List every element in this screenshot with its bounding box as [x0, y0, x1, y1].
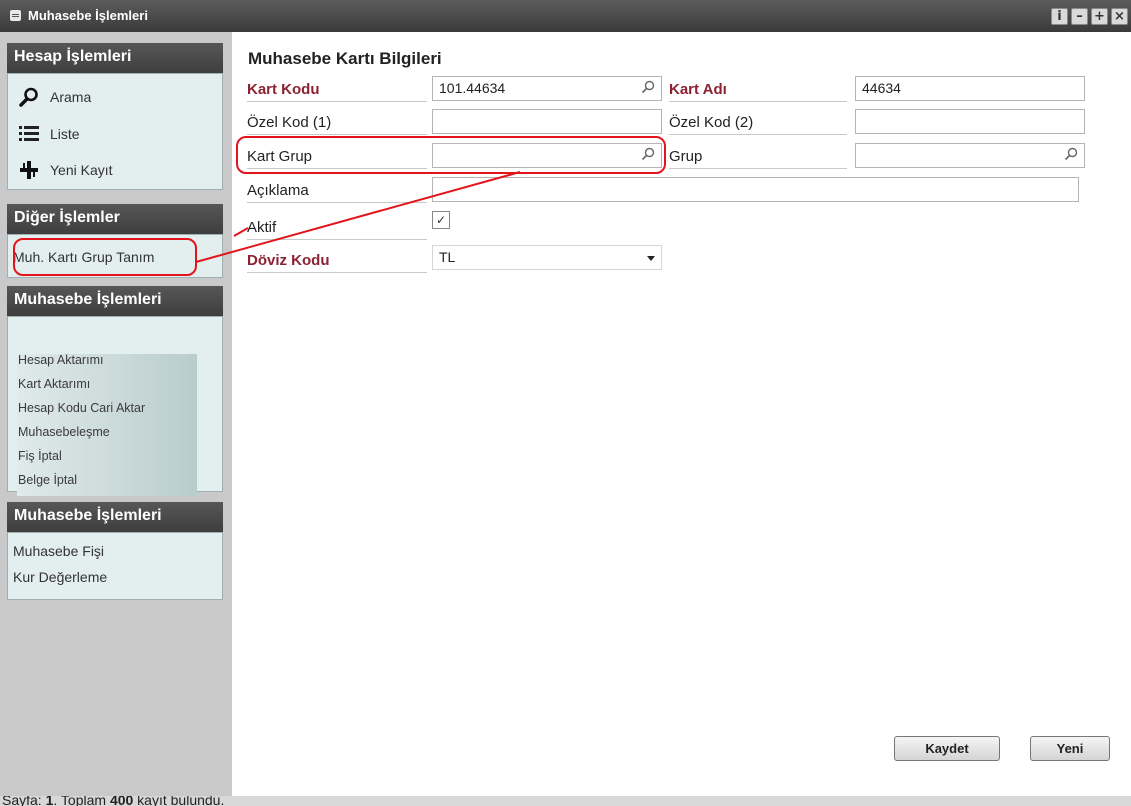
kart-kodu-input[interactable]: 101.44634 — [432, 76, 662, 101]
status-suffix: kayıt bulundu. — [133, 796, 225, 806]
search-icon — [18, 87, 40, 107]
diger-panel-header: Diğer İşlemler — [7, 204, 223, 234]
sidebar-item-kart-aktarimi[interactable]: Kart Aktarımı — [18, 377, 90, 391]
sidebar-item-hesap-kodu-cari-aktar[interactable]: Hesap Kodu Cari Aktar — [18, 401, 145, 415]
grup-tanim-highlight — [13, 238, 197, 276]
new-record-icon — [18, 160, 40, 180]
list-icon — [18, 124, 40, 144]
grup-input[interactable] — [855, 143, 1085, 168]
status-mid: . Toplam — [53, 796, 110, 806]
kart-adi-label: Kart Adı — [669, 81, 847, 102]
sidebar-item-kur-degerleme[interactable]: Kur Değerleme — [13, 569, 107, 585]
kart-kodu-value: 101.44634 — [439, 80, 506, 96]
kart-grup-highlight — [236, 136, 666, 174]
kart-adi-value: 44634 — [862, 80, 901, 96]
close-button[interactable]: × — [1111, 8, 1128, 25]
hesap-panel-body: Arama Liste Yeni Kayıt — [7, 73, 223, 190]
sidebar-item-muhasebe-fisi[interactable]: Muhasebe Fişi — [13, 543, 104, 559]
ozel-kod-2-input[interactable] — [855, 109, 1085, 134]
sidebar-item-label: Arama — [50, 89, 92, 105]
save-button[interactable]: Kaydet — [894, 736, 1000, 761]
search-icon[interactable] — [641, 80, 655, 94]
kart-kodu-label: Kart Kodu — [247, 81, 427, 102]
sidebar-item-arama[interactable]: Arama — [18, 87, 91, 107]
sidebar-item-liste[interactable]: Liste — [18, 124, 80, 144]
aktif-checkbox[interactable]: ✓ — [432, 211, 450, 229]
sidebar-item-label: Yeni Kayıt — [50, 162, 113, 178]
ozel-kod-2-label: Özel Kod (2) — [669, 114, 847, 135]
ozel-kod-1-input[interactable] — [432, 109, 662, 134]
aciklama-input[interactable] — [432, 177, 1079, 202]
doviz-kodu-select[interactable]: TL — [432, 245, 662, 270]
maximize-button[interactable]: + — [1091, 8, 1108, 25]
sidebar-item-fis-iptal[interactable]: Fiş İptal — [18, 449, 62, 463]
window-app-icon — [10, 10, 21, 21]
aciklama-label: Açıklama — [247, 182, 427, 203]
search-icon[interactable] — [1064, 147, 1078, 161]
sidebar-item-hesap-aktarimi[interactable]: Hesap Aktarımı — [18, 353, 103, 367]
minimize-button[interactable]: – — [1071, 8, 1088, 25]
status-prefix: Sayfa: — [2, 796, 46, 806]
form-title: Muhasebe Kartı Bilgileri — [248, 49, 442, 68]
hesap-panel-header: Hesap İşlemleri — [7, 43, 223, 73]
window-title-bar: Muhasebe İşlemleri i – + × — [0, 0, 1131, 32]
sidebar-item-yeni-kayit[interactable]: Yeni Kayıt — [18, 160, 113, 180]
grup-label: Grup — [669, 148, 847, 169]
info-button[interactable]: i — [1051, 8, 1068, 25]
sidebar-item-belge-iptal[interactable]: Belge İptal — [18, 473, 77, 487]
muhasebe-panel-header: Muhasebe İşlemleri — [7, 286, 223, 316]
muhasebe-panel-body: Hesap Aktarımı Kart Aktarımı Hesap Kodu … — [7, 316, 223, 496]
sidebar-item-muhasebelesme[interactable]: Muhasebeleşme — [18, 425, 110, 439]
doviz-kodu-label: Döviz Kodu — [247, 252, 427, 273]
kart-adi-input[interactable]: 44634 — [855, 76, 1085, 101]
sidebar-item-label: Liste — [50, 126, 80, 142]
window-title: Muhasebe İşlemleri — [28, 8, 148, 23]
status-bar: Sayfa: 1. Toplam 400 kayıt bulundu. — [0, 796, 1131, 806]
muhasebe-fis-panel-body: Muhasebe Fişi Kur Değerleme — [7, 532, 223, 600]
sidebar: Hesap İşlemleri Arama Liste Yeni Kayıt D… — [0, 32, 232, 796]
doviz-kodu-value: TL — [439, 249, 456, 265]
chevron-down-icon — [647, 256, 655, 261]
muhasebe-fis-panel-header: Muhasebe İşlemleri — [7, 502, 223, 532]
ozel-kod-1-label: Özel Kod (1) — [247, 114, 427, 135]
status-text: Sayfa: 1. Toplam 400 kayıt bulundu. — [2, 796, 224, 806]
status-total: 400 — [109, 796, 134, 806]
aktif-label: Aktif — [247, 219, 427, 240]
new-button[interactable]: Yeni — [1030, 736, 1110, 761]
